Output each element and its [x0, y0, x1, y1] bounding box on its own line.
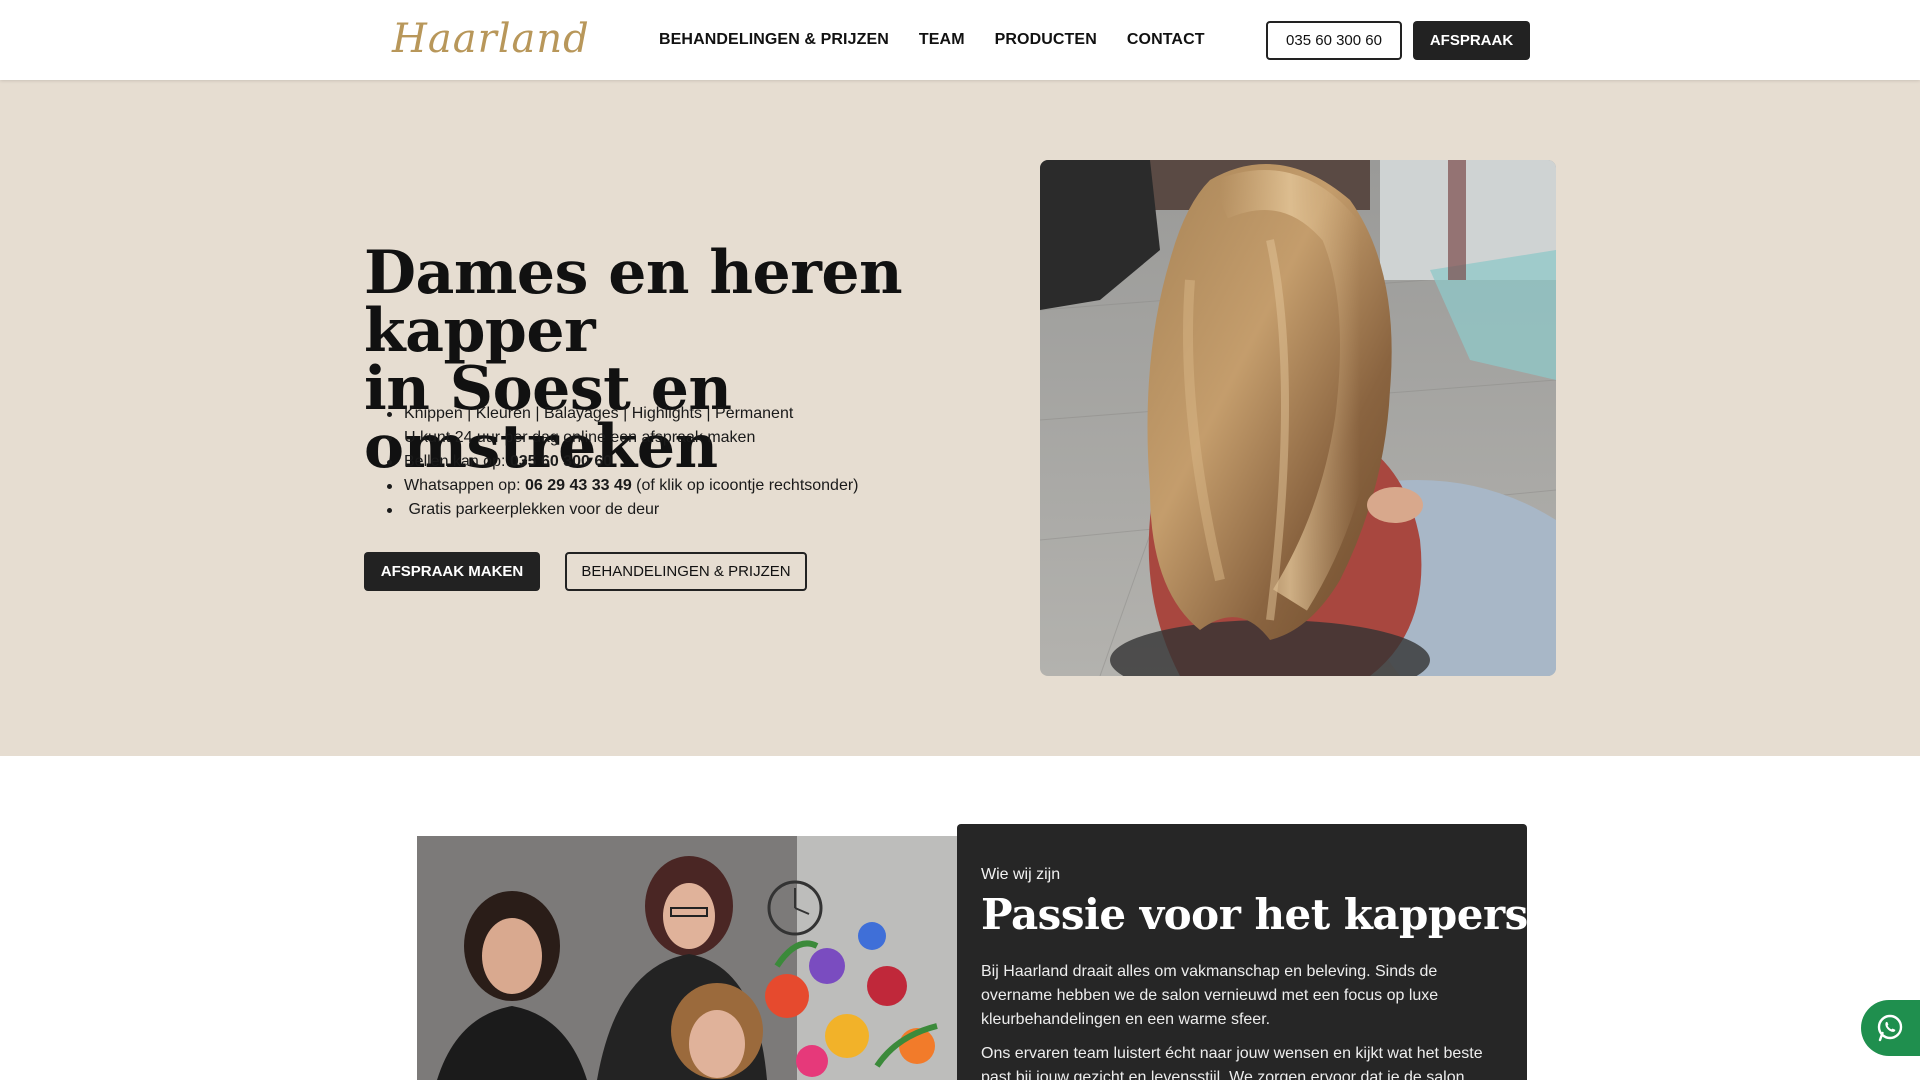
about-paragraph-2: Ons ervaren team luistert écht naar jouw…	[981, 1045, 1483, 1080]
hero-section: Dames en heren kapper in Soest en omstre…	[0, 80, 1920, 756]
about-eyebrow: Wie wij zijn	[981, 866, 1061, 883]
afspraak-button[interactable]: AFSPRAAK	[1413, 21, 1530, 60]
team-photo-illustration	[417, 836, 957, 1080]
phone-label: Bellen kan op:	[404, 453, 510, 470]
nav-behandelingen-prijzen[interactable]: BEHANDELINGEN & PRIJZEN	[659, 31, 889, 49]
team-photo	[417, 836, 957, 1080]
behandelingen-prijzen-button[interactable]: BEHANDELINGEN & PRIJZEN	[565, 552, 807, 591]
hero-hair-photo	[1040, 160, 1556, 676]
nav-contact[interactable]: CONTACT	[1127, 31, 1205, 49]
haarland-logo[interactable]: Haarland	[388, 10, 589, 68]
nav-team[interactable]: TEAM	[919, 31, 965, 49]
logo-text: Haarland	[392, 16, 590, 62]
feature-item-services: Knippen | Kleuren | Balayages | Highligh…	[364, 402, 859, 426]
main-nav: BEHANDELINGEN & PRIJZEN TEAM PRODUCTEN C…	[659, 0, 1235, 80]
feature-item-whatsapp: Whatsappen op: 06 29 43 33 49 (of klik o…	[364, 474, 859, 498]
phone-number[interactable]: 035 60 300 60	[510, 453, 612, 470]
whatsapp-hint: (of klik op icoontje rechtsonder)	[631, 477, 859, 494]
feature-item-parking: Gratis parkeerplekken voor de deur	[364, 498, 859, 522]
hair-photo-illustration	[1040, 160, 1556, 676]
whatsapp-icon	[1877, 1014, 1903, 1042]
afspraak-maken-button[interactable]: AFSPRAAK MAKEN	[364, 552, 540, 591]
about-card: Wie wij zijn Passie voor het kappersvak …	[957, 824, 1607, 1080]
whatsapp-button[interactable]	[1861, 1000, 1920, 1056]
whatsapp-number[interactable]: 06 29 43 33 49	[525, 477, 632, 494]
about-title: Passie voor het kappersvak	[981, 890, 1607, 939]
site-header: Haarland BEHANDELINGEN & PRIJZEN TEAM PR…	[0, 0, 1920, 80]
feature-item-online-booking: U kunt 24 uur per dag online een afspraa…	[364, 426, 859, 450]
hero-feature-list: Knippen | Kleuren | Balayages | Highligh…	[364, 402, 859, 522]
feature-item-phone: Bellen kan op: 035 60 300 60	[364, 450, 859, 474]
hero-title-line-1: Dames en heren kapper	[364, 238, 903, 366]
phone-button[interactable]: 035 60 300 60	[1266, 21, 1402, 60]
whatsapp-label: Whatsappen op:	[404, 477, 525, 494]
nav-producten[interactable]: PRODUCTEN	[995, 31, 1097, 49]
about-paragraph-1: Bij Haarland draait alles om vakmanschap…	[981, 963, 1439, 1028]
